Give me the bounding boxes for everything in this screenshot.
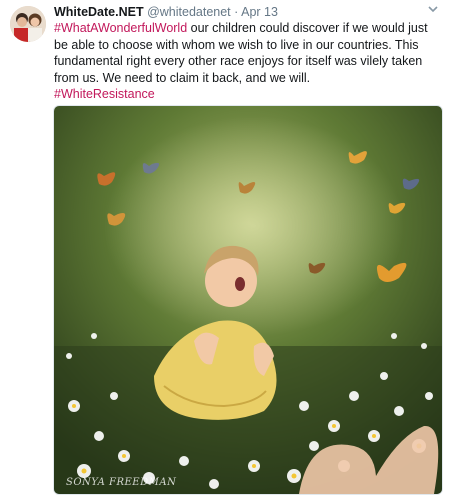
- tweet-photo[interactable]: SONYA FREEDMAN: [53, 105, 443, 495]
- chevron-down-icon[interactable]: [427, 3, 439, 17]
- handle[interactable]: @whitedatenet: [147, 5, 231, 19]
- hashtag-link[interactable]: #WhatAWonderfulWorld: [54, 21, 187, 35]
- separator: ·: [234, 5, 239, 19]
- timestamp[interactable]: Apr 13: [241, 5, 278, 19]
- hashtag-link[interactable]: #WhiteResistance: [54, 87, 155, 101]
- tweet-text: #WhatAWonderfulWorld our children could …: [54, 20, 438, 103]
- photo-watermark: SONYA FREEDMAN: [66, 477, 177, 488]
- avatar[interactable]: [10, 6, 46, 42]
- tweet: WhiteDate.NET @whitedatenet · Apr 13 #Wh…: [0, 0, 451, 500]
- photo-girl-in-daisy-field: [54, 106, 442, 494]
- display-name[interactable]: WhiteDate.NET: [54, 5, 144, 19]
- avatar-image: [10, 6, 46, 42]
- tweet-header: WhiteDate.NET @whitedatenet · Apr 13: [54, 4, 278, 20]
